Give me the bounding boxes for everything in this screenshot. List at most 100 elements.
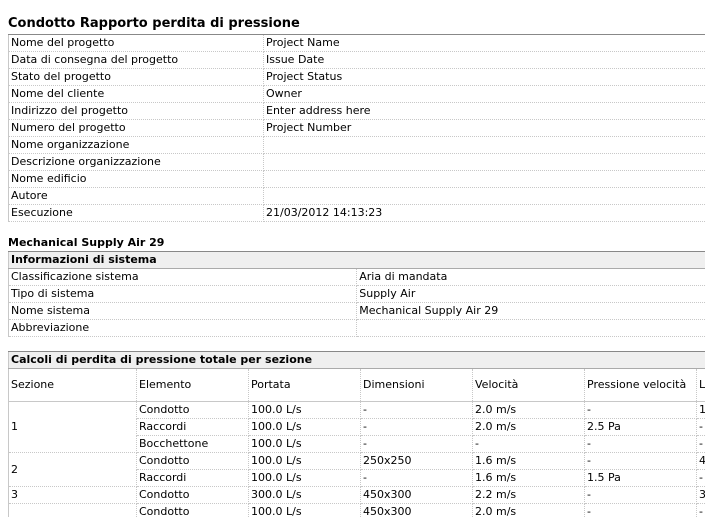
pressure-loss-cell: 100.0 L/s [248,435,361,453]
project-info-row: Indirizzo del progetto Enter address here [8,102,705,120]
pressure-loss-cell: - [360,418,473,436]
pressure-loss-row: 2Condotto100.0 L/s250x2501.6 m/s-4 [8,452,705,487]
pressure-loss-cell: 450x300 [360,486,473,504]
project-info-value: 21/03/2012 14:13:23 [263,204,705,222]
pressure-loss-row: Condotto 100.0 L/s 450x300 2.0 m/s - - [8,503,705,517]
pressure-loss-cell: 1.6 m/s [472,469,585,487]
system-info-label: Classificazione sistema [8,268,358,286]
project-info-row: Data di consegna del progetto Issue Date [8,51,705,69]
project-info-value [263,136,705,154]
project-info-value: Issue Date [263,51,705,69]
column-header: Portata [248,368,361,402]
project-info-label: Nome del cliente [8,85,264,103]
pressure-loss-cell: 100.0 L/s [248,418,361,436]
section-number [8,503,137,517]
system-info-value: Aria di mandata [356,268,705,286]
column-header: Pressione velocità [584,368,697,402]
pressure-loss-cell: 3 [696,486,705,504]
system-info-value: Mechanical Supply Air 29 [356,302,705,320]
pressure-loss-cell: 450x300 [360,503,473,517]
project-info-row: Descrizione organizzazione [8,153,705,171]
project-info-row: Autore [8,187,705,205]
system-info-row: Nome sistema Mechanical Supply Air 29 [8,302,705,320]
pressure-loss-cell: Condotto [136,452,249,470]
column-header: Velocità [472,368,585,402]
project-info-value: Enter address here [263,102,705,120]
pressure-loss-cell: - [360,435,473,453]
pressure-loss-cell: 2.0 m/s [472,503,585,517]
pressure-loss-cell: - [584,503,697,517]
pressure-loss-cell: - [360,401,473,419]
pressure-loss-cell: 1.6 m/s [472,452,585,470]
pressure-loss-header-row: Calcoli di perdita di pressione totale p… [8,351,705,369]
system-info-table: Informazioni di sistema Classificazione … [8,251,705,337]
column-header: L [696,368,705,402]
system-info-header: Informazioni di sistema [8,251,705,269]
pressure-loss-row: 1Condotto100.0 L/s-2.0 m/s-1 [8,401,705,453]
system-info-value [356,319,705,337]
pressure-loss-cell: - [584,435,697,453]
system-info-label: Abbreviazione [8,319,358,337]
project-info-value: Project Number [263,119,705,137]
report-page: Condotto Rapporto perdita di pressione N… [0,0,705,517]
pressure-loss-header: Calcoli di perdita di pressione totale p… [8,351,705,369]
section-number: 3 [8,486,137,504]
pressure-loss-cell: Raccordi [136,418,249,436]
section-number: 2 [8,452,137,487]
system-info-row: Tipo di sistema Supply Air [8,285,705,303]
system-info-label: Tipo di sistema [8,285,358,303]
pressure-loss-cell: - [584,486,697,504]
pressure-loss-cell: 2.2 m/s [472,486,585,504]
system-info-value: Supply Air [356,285,705,303]
column-header: Elemento [136,368,249,402]
project-info-row: Numero del progetto Project Number [8,119,705,137]
system-title: Mechanical Supply Air 29 [8,236,165,249]
project-info-label: Nome organizzazione [8,136,264,154]
pressure-loss-cell: 2.0 m/s [472,401,585,419]
pressure-loss-cell: Raccordi [136,469,249,487]
pressure-loss-cell: - [696,435,705,453]
project-info-label: Numero del progetto [8,119,264,137]
pressure-loss-cell: - [584,452,697,470]
system-info-header-row: Informazioni di sistema [8,251,705,269]
pressure-loss-cell: 4 [696,452,705,470]
pressure-loss-cell: 250x250 [360,452,473,470]
project-info-value [263,187,705,205]
column-header: Sezione [8,368,137,402]
pressure-loss-cell: Condotto [136,401,249,419]
project-info-label: Descrizione organizzazione [8,153,264,171]
project-info-row: Nome del progetto Project Name [8,34,705,52]
project-info-value [263,153,705,171]
pressure-loss-cell: - [696,418,705,436]
pressure-loss-cell: Bocchettone [136,435,249,453]
pressure-loss-cell: 100.0 L/s [248,452,361,470]
report-title: Condotto Rapporto perdita di pressione [8,16,300,31]
project-info-label: Esecuzione [8,204,264,222]
project-info-label: Indirizzo del progetto [8,102,264,120]
pressure-loss-cell: 1 [696,401,705,419]
pressure-loss-cell: - [696,503,705,517]
pressure-loss-cell: 100.0 L/s [248,469,361,487]
pressure-loss-cell: 2.5 Pa [584,418,697,436]
column-header: Dimensioni [360,368,473,402]
pressure-loss-cell: - [360,469,473,487]
project-info-label: Data di consegna del progetto [8,51,264,69]
pressure-loss-cell: 100.0 L/s [248,401,361,419]
project-info-label: Autore [8,187,264,205]
system-info-row: Classificazione sistema Aria di mandata [8,268,705,286]
project-info-table: Nome del progetto Project Name Data di con… [8,34,705,222]
pressure-loss-cell: 300.0 L/s [248,486,361,504]
project-info-row: Esecuzione 21/03/2012 14:13:23 [8,204,705,222]
pressure-loss-cell: Condotto [136,486,249,504]
pressure-loss-cell: 100.0 L/s [248,503,361,517]
project-info-value [263,170,705,188]
project-info-row: Nome del cliente Owner [8,85,705,103]
section-number: 1 [8,401,137,453]
project-info-value: Owner [263,85,705,103]
pressure-loss-table: Calcoli di perdita di pressione totale p… [8,351,705,517]
project-info-value: Project Name [263,34,705,52]
project-info-row: Nome organizzazione [8,136,705,154]
pressure-loss-cell: - [696,469,705,487]
pressure-loss-cell: 1.5 Pa [584,469,697,487]
project-info-label: Nome del progetto [8,34,264,52]
